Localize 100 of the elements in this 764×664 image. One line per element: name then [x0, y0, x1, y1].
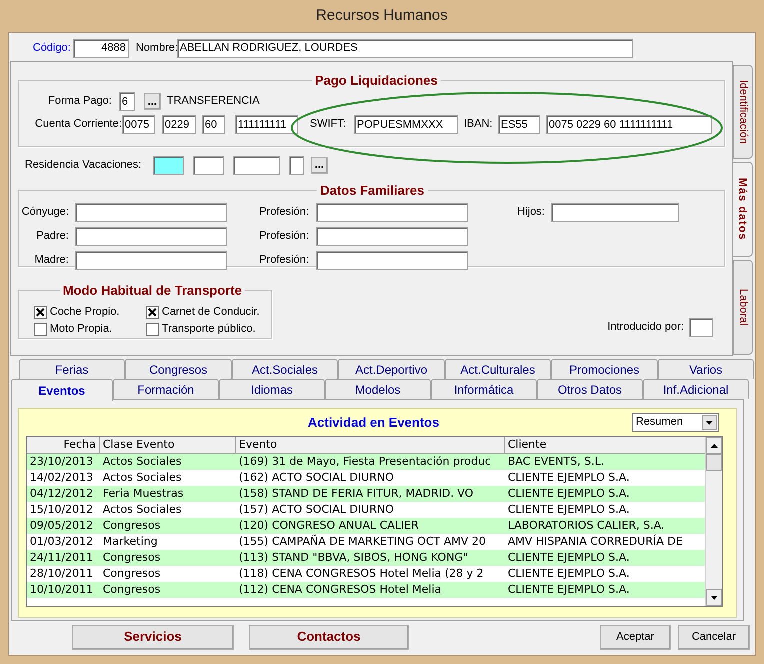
table-cell-text: 01/03/2012	[29, 534, 94, 550]
input-field[interactable]	[75, 226, 227, 246]
input-field[interactable]: 0075 0229 60 1111111111	[546, 115, 712, 134]
column-header[interactable]: Clase Evento	[100, 437, 236, 453]
checkbox-option[interactable]: Transporte público.	[146, 322, 270, 338]
side-tab[interactable]: Más datos	[732, 162, 753, 257]
button[interactable]: Contactos	[249, 624, 409, 650]
input-field[interactable]	[551, 202, 679, 222]
field-label: Residencia Vacaciones:	[25, 158, 143, 173]
table-cell-text: Actos Sociales	[102, 470, 183, 486]
table-cell-text: 24/11/2011	[29, 550, 94, 566]
check-mark-icon	[148, 308, 157, 317]
tab[interactable]: Eventos	[11, 379, 113, 401]
table-cell-text: (157) ACTO SOCIAL DIURNO	[238, 502, 395, 518]
payment-method-name: TRANSFERENCIA	[167, 94, 260, 110]
table-cell-text: Marketing	[102, 534, 159, 550]
checkbox[interactable]	[146, 323, 159, 336]
input-field[interactable]: 4888	[73, 38, 129, 58]
tab[interactable]: Act.Deportivo	[338, 359, 445, 379]
table-cell-text: CLIENTE EJEMPLO S.A.	[507, 486, 631, 502]
field-label: Introducido por:	[608, 320, 684, 336]
input-field[interactable]	[316, 202, 468, 222]
tab[interactable]: Act.Sociales	[232, 359, 338, 379]
input-field[interactable]	[316, 226, 468, 246]
input-field[interactable]	[316, 250, 468, 270]
table-cell-text: CLIENTE EJEMPLO S.A.	[507, 566, 631, 582]
table-cell-text: Congresos	[102, 550, 162, 566]
button[interactable]: Aceptar	[600, 624, 671, 650]
input-field[interactable]: 6	[119, 92, 135, 111]
tab[interactable]: Idiomas	[219, 379, 325, 399]
table-cell-text: 14/02/2013	[29, 470, 94, 486]
code-link[interactable]: Código:	[33, 40, 73, 56]
table-cell-text: (155) CAMPAÑA DE MARKETING OCT AMV 20	[238, 534, 488, 550]
tab[interactable]: Formación	[113, 379, 219, 399]
input-field[interactable]: 0075	[122, 115, 155, 134]
table-cell-text: (162) ACTO SOCIAL DIURNO	[238, 470, 395, 486]
checkbox[interactable]	[34, 306, 47, 319]
table-cell-text: CLIENTE EJEMPLO S.A.	[507, 582, 631, 598]
scroll-thumb[interactable]	[706, 454, 722, 471]
browse-button[interactable]: ...	[144, 93, 161, 110]
field-label: Profesión:	[258, 228, 310, 244]
table-cell-text: BAC EVENTS, S.L.	[507, 454, 606, 470]
tab[interactable]: Inf.Adicional	[643, 379, 749, 399]
input-field[interactable]: 60	[202, 115, 225, 134]
input-field[interactable]: POPUESMMXXX	[354, 115, 458, 134]
field-label: Madre:	[34, 252, 70, 268]
color-field[interactable]	[153, 156, 184, 174]
table-cell-text: Feria Muestras	[102, 486, 185, 502]
side-tab[interactable]: Laboral	[733, 260, 753, 355]
checkbox-option[interactable]: Carnet de Conducir.	[146, 304, 270, 320]
tab[interactable]: Otros Datos	[537, 379, 643, 399]
input-field[interactable]	[289, 156, 304, 174]
scrollbar[interactable]	[705, 437, 722, 606]
input-field[interactable]	[75, 250, 227, 270]
field-label: Cónyuge:	[21, 204, 70, 220]
group-title: Modo Habitual de Transporte	[62, 282, 244, 300]
table-cell-text: 09/05/2012	[29, 518, 94, 534]
table-cell-text: 10/10/2011	[29, 582, 94, 598]
side-tab[interactable]: Identificación	[733, 65, 753, 159]
table-cell-text: CLIENTE EJEMPLO S.A.	[507, 550, 631, 566]
button[interactable]: Cancelar	[678, 624, 750, 650]
table-cell-text: Congresos	[102, 582, 162, 598]
browse-button[interactable]: ...	[311, 156, 328, 174]
tab[interactable]: Congresos	[125, 359, 232, 379]
input-field[interactable]	[689, 318, 713, 337]
field-label: SWIFT:	[310, 117, 348, 132]
field-label: Forma Pago:	[47, 94, 113, 110]
tab[interactable]: Promociones	[551, 359, 658, 379]
column-header[interactable]: Fecha	[27, 437, 100, 453]
table-cell-text: CLIENTE EJEMPLO S.A.	[507, 502, 631, 518]
tab[interactable]: Varios	[658, 359, 754, 379]
scroll-down-icon[interactable]	[706, 589, 722, 606]
input-field[interactable]	[193, 156, 224, 174]
input-field[interactable]: 111111111	[235, 115, 298, 134]
scroll-up-icon[interactable]	[706, 437, 722, 454]
view-dropdown[interactable]: Resumen	[632, 413, 719, 432]
panel-title: Actividad en Eventos	[308, 414, 440, 432]
column-header[interactable]: Evento	[236, 437, 505, 453]
table-cell-text: Actos Sociales	[102, 454, 183, 470]
input-field[interactable]: ES55	[498, 115, 540, 134]
checkbox-option[interactable]: Coche Propio.	[34, 304, 146, 320]
tab[interactable]: Informática	[431, 379, 537, 399]
tab[interactable]: Modelos	[325, 379, 431, 399]
input-field[interactable]	[75, 202, 227, 222]
checkbox[interactable]	[34, 323, 47, 336]
checkbox-option[interactable]: Moto Propia.	[34, 322, 146, 338]
input-field[interactable]: 0229	[162, 115, 196, 134]
input-field[interactable]	[233, 156, 280, 174]
checkbox[interactable]	[146, 306, 159, 319]
table-cell-text: CLIENTE EJEMPLO S.A.	[507, 470, 631, 486]
button[interactable]: Servicios	[72, 624, 234, 650]
table-cell-text: 28/10/2011	[29, 566, 94, 582]
tab[interactable]: Ferias	[19, 359, 125, 379]
table-cell-text: 04/12/2012	[29, 486, 94, 502]
group-title: Datos Familiares	[319, 182, 426, 200]
tab[interactable]: Act.Culturales	[445, 359, 551, 379]
table-cell-text: (120) CONGRESO ANUAL CALIER	[238, 518, 420, 534]
table-cell-text: AMV HISPANIA CORREDURÍA DE	[507, 534, 684, 550]
table-cell-text: Congresos	[102, 518, 162, 534]
input-field[interactable]: ABELLAN RODRIGUEZ, LOURDES	[177, 38, 633, 58]
